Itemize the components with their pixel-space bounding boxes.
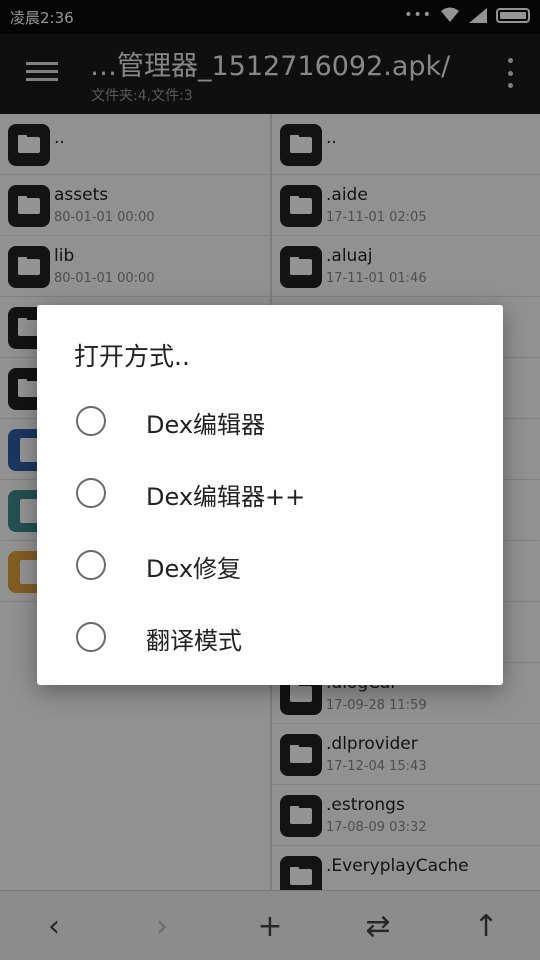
option-dex-repair[interactable]: Dex修复 [37, 529, 503, 601]
option-translate-mode[interactable]: 翻译模式 [37, 601, 503, 673]
option-dex-editor-plus[interactable]: Dex编辑器++ [37, 457, 503, 529]
open-with-dialog: 打开方式.. Dex编辑器 Dex编辑器++ Dex修复 翻译模式 [37, 305, 503, 685]
dialog-title: 打开方式.. [74, 342, 190, 371]
radio-button[interactable] [76, 478, 106, 508]
option-label: Dex编辑器++ [146, 483, 306, 511]
radio-button[interactable] [76, 550, 106, 580]
option-dex-editor[interactable]: Dex编辑器 [37, 385, 503, 457]
option-label: Dex编辑器 [146, 411, 266, 439]
option-label: Dex修复 [146, 555, 242, 583]
radio-button[interactable] [76, 406, 106, 436]
radio-button[interactable] [76, 622, 106, 652]
option-label: 翻译模式 [146, 627, 242, 655]
